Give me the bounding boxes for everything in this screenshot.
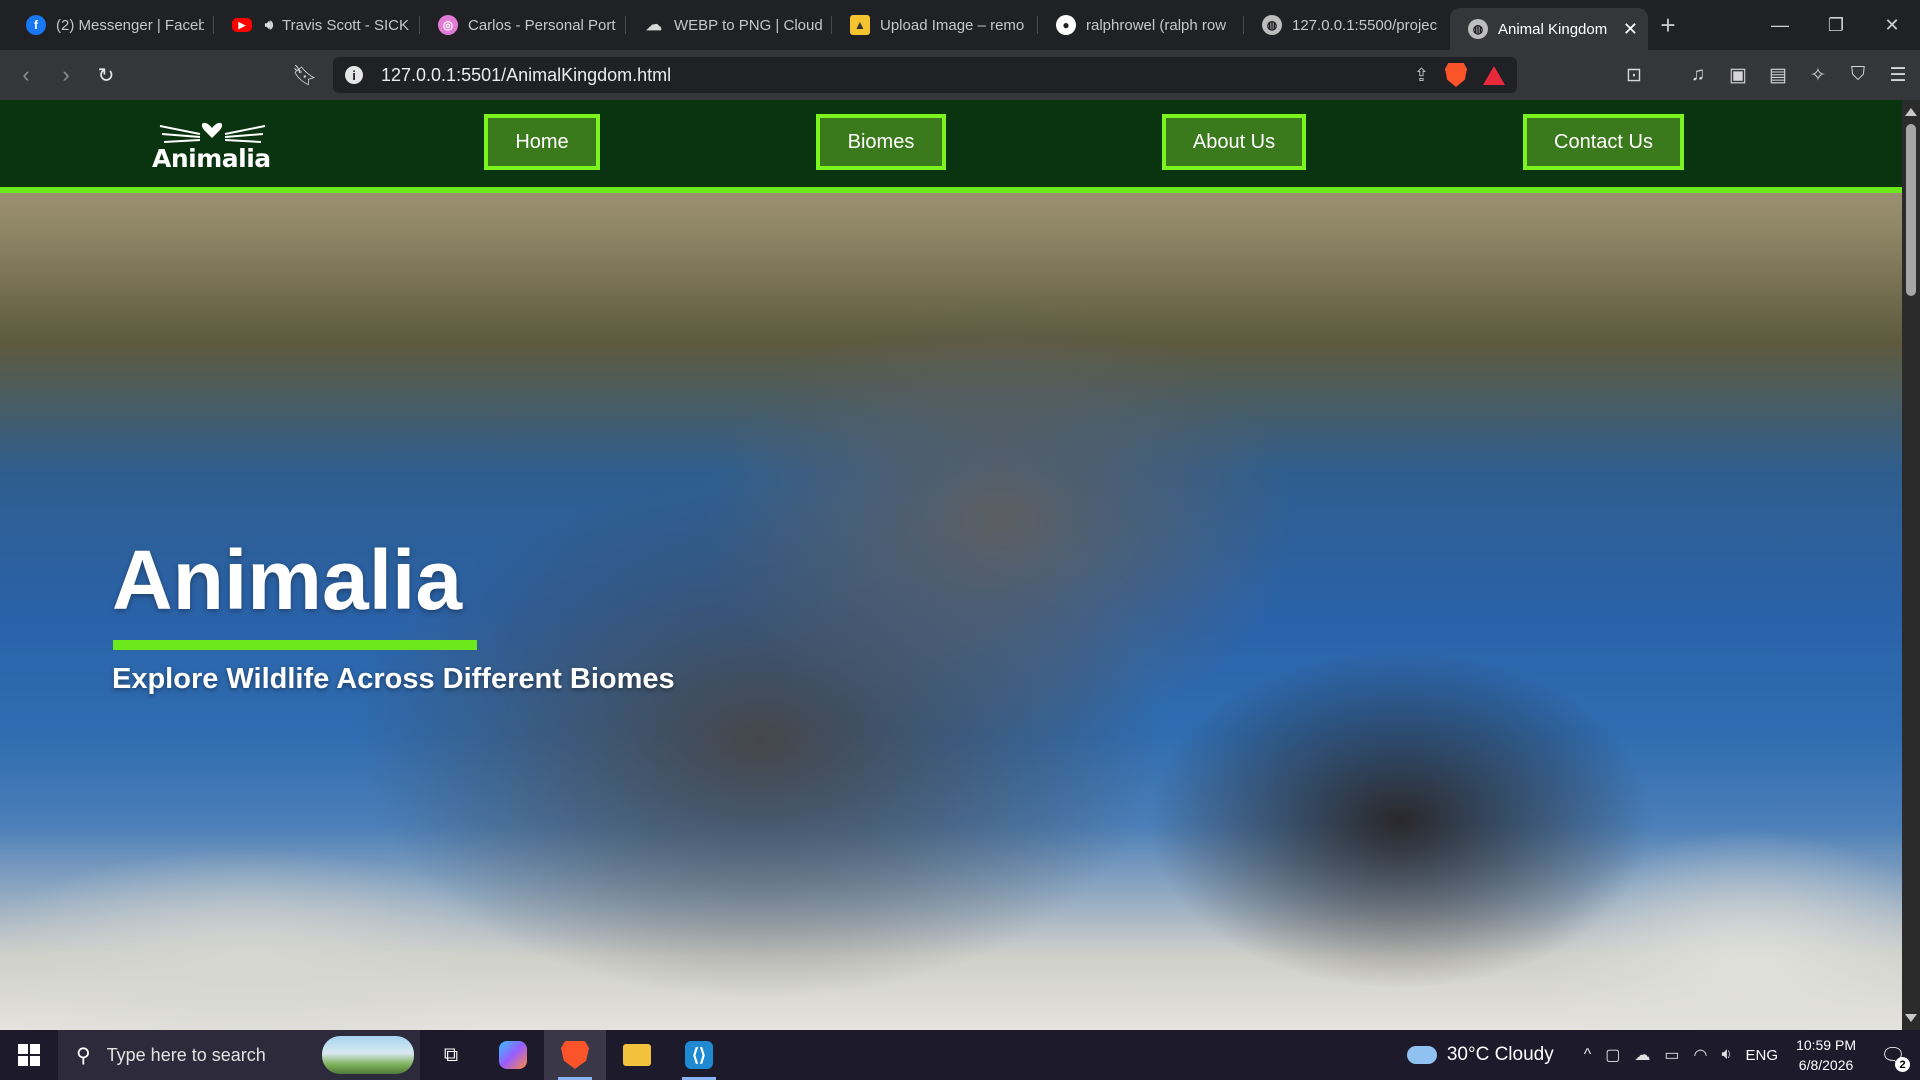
menu-icon[interactable]: ☰	[1886, 63, 1910, 87]
brave-icon	[561, 1041, 589, 1069]
tab-title: Carlos - Personal Port	[468, 16, 616, 34]
folder-icon	[623, 1044, 651, 1066]
brave-browser-taskbar-app[interactable]	[544, 1030, 606, 1080]
taskbar-search-box[interactable]: ⚲ Type here to search	[58, 1030, 420, 1080]
minimize-icon[interactable]: —	[1752, 0, 1808, 50]
window-controls: — ❐ ✕	[1752, 0, 1920, 50]
nav-contact-us-button[interactable]: Contact Us	[1523, 114, 1684, 170]
clock[interactable]: 10:59 PM 6/8/2026	[1796, 1035, 1856, 1075]
speaker-icon[interactable]: 🔊︎	[262, 15, 276, 35]
battery-icon[interactable]: ▭	[1664, 1045, 1679, 1065]
address-bar[interactable]: i 127.0.0.1:5501/AnimalKingdom.html ⇪	[333, 57, 1517, 93]
copilot-icon	[499, 1041, 527, 1069]
task-view-icon: ⧉	[443, 1043, 459, 1066]
tab-title: ralphrowel (ralph row	[1086, 16, 1227, 34]
browser-toolbar: ‹ › ↻ 🔖︎ i 127.0.0.1:5501/AnimalKingdom.…	[0, 50, 1920, 100]
tab-upload-image[interactable]: ▲ Upload Image – remo	[832, 6, 1038, 44]
globe-icon: ◍	[1468, 19, 1488, 39]
upload-icon: ▲	[850, 15, 870, 35]
start-button[interactable]	[0, 1030, 58, 1080]
media-icon[interactable]: ♫	[1686, 63, 1710, 87]
onedrive-icon[interactable]: ☁	[1634, 1045, 1650, 1065]
clock-date: 6/8/2026	[1798, 1057, 1854, 1073]
tab-title: 127.0.0.1:5500/projec	[1292, 16, 1438, 34]
notification-count-badge: 2	[1895, 1057, 1910, 1072]
tab-portfolio[interactable]: ◎ Carlos - Personal Port	[420, 6, 626, 44]
tab-title: Animal Kingdom	[1498, 20, 1608, 38]
tab-animal-kingdom[interactable]: ◍ Animal Kingdom ✕	[1450, 8, 1648, 50]
task-view-button[interactable]: ⧉	[420, 1030, 482, 1080]
weather-text: 30°C Cloudy	[1446, 1044, 1554, 1065]
scrollbar-thumb[interactable]	[1906, 124, 1916, 296]
site-logo[interactable]: Animalia	[150, 118, 275, 174]
logo-text: Animalia	[152, 144, 271, 173]
tab-github[interactable]: ● ralphrowel (ralph row	[1038, 6, 1244, 44]
show-hidden-icons-chevron-icon[interactable]: ^	[1584, 1046, 1592, 1064]
hero-title: Animalia	[112, 533, 463, 627]
volume-icon[interactable]: 🔉︎	[1721, 1046, 1731, 1064]
forward-icon[interactable]: ›	[48, 57, 84, 93]
weather-widget[interactable]: 30°C Cloudy	[1406, 1044, 1554, 1066]
new-tab-button[interactable]: +	[1648, 10, 1688, 41]
notifications-button[interactable]: 🗨︎ 2	[1878, 1040, 1910, 1072]
wallet-icon[interactable]: ▤	[1766, 63, 1790, 87]
site-info-icon[interactable]: i	[345, 66, 363, 84]
hero-title-underline	[113, 640, 477, 650]
brave-rewards-icon[interactable]	[1483, 65, 1505, 85]
search-placeholder: Type here to search	[106, 1044, 266, 1065]
screenshot-icon[interactable]: ⊡	[1622, 63, 1646, 87]
nav-about-us-button[interactable]: About Us	[1162, 114, 1306, 170]
file-explorer-taskbar-app[interactable]	[606, 1030, 668, 1080]
reload-icon[interactable]: ↻	[88, 57, 124, 93]
restore-icon[interactable]: ❐	[1808, 0, 1864, 50]
toolbar-right-icons: ⊡ ♫ ▣ ▤ ✧ ⛉ ☰	[1622, 50, 1910, 100]
leo-ai-icon[interactable]: ✧	[1806, 63, 1830, 87]
tab-title: (2) Messenger | Faceb	[56, 16, 204, 34]
tab-title: Travis Scott - SICK	[282, 16, 409, 34]
windows-taskbar: ⚲ Type here to search ⧉ ⟨⟩ 30°C Cloudy ^…	[0, 1030, 1920, 1080]
hero-subtitle: Explore Wildlife Across Different Biomes	[112, 663, 675, 695]
wifi-icon[interactable]: ◠	[1693, 1045, 1707, 1065]
scroll-up-arrow-icon[interactable]	[1905, 108, 1917, 116]
url-text[interactable]: 127.0.0.1:5501/AnimalKingdom.html	[381, 65, 1414, 86]
scroll-down-arrow-icon[interactable]	[1905, 1014, 1917, 1022]
search-highlight-image	[322, 1036, 414, 1074]
clock-time: 10:59 PM	[1796, 1037, 1856, 1053]
share-icon[interactable]: ⇪	[1414, 65, 1429, 86]
portfolio-icon: ◎	[438, 15, 458, 35]
cloud-icon	[1406, 1046, 1437, 1064]
tab-localhost-project[interactable]: ◍ 127.0.0.1:5500/projec	[1244, 6, 1450, 44]
browser-tab-strip: f (2) Messenger | Faceb ▶ 🔊︎ Travis Scot…	[0, 0, 1920, 50]
vpn-icon[interactable]: ⛉	[1846, 63, 1870, 87]
vscode-taskbar-app[interactable]: ⟨⟩	[668, 1030, 730, 1080]
tab-title: WEBP to PNG | Cloud	[674, 16, 822, 34]
back-icon[interactable]: ‹	[8, 57, 44, 93]
search-icon: ⚲	[76, 1044, 91, 1067]
nav-home-button[interactable]: Home	[484, 114, 600, 170]
close-tab-icon[interactable]: ✕	[1623, 19, 1638, 40]
bookmark-icon[interactable]: 🔖︎	[292, 63, 317, 88]
tab-title: Upload Image – remo	[880, 16, 1025, 34]
youtube-icon: ▶	[232, 18, 252, 32]
tab-messenger[interactable]: f (2) Messenger | Faceb	[8, 6, 214, 44]
sidebar-icon[interactable]: ▣	[1726, 63, 1750, 87]
globe-icon: ◍	[1262, 15, 1282, 35]
device-icon[interactable]: ▢	[1605, 1045, 1620, 1065]
facebook-icon: f	[26, 15, 46, 35]
nav-biomes-button[interactable]: Biomes	[816, 114, 946, 170]
site-header: Animalia Home Biomes About Us Contact Us	[0, 100, 1902, 193]
system-tray: 30°C Cloudy ^ ▢ ☁ ▭ ◠ 🔉︎ ENG 10:59 PM 6/…	[1406, 1030, 1920, 1080]
tab-youtube[interactable]: ▶ 🔊︎ Travis Scott - SICK	[214, 6, 420, 44]
language-indicator[interactable]: ENG	[1746, 1047, 1779, 1064]
close-window-icon[interactable]: ✕	[1864, 0, 1920, 50]
page-scrollbar[interactable]	[1902, 100, 1920, 1030]
vscode-icon: ⟨⟩	[685, 1041, 713, 1069]
cloud-icon: ☁	[646, 17, 662, 34]
brave-shields-icon[interactable]	[1445, 63, 1467, 87]
copilot-button[interactable]	[482, 1030, 544, 1080]
windows-logo-icon	[18, 1044, 40, 1066]
page-viewport: Animalia Home Biomes About Us Contact Us…	[0, 100, 1902, 1030]
tab-webp-to-png[interactable]: ☁ WEBP to PNG | Cloud	[626, 6, 832, 44]
github-icon: ●	[1056, 15, 1076, 35]
